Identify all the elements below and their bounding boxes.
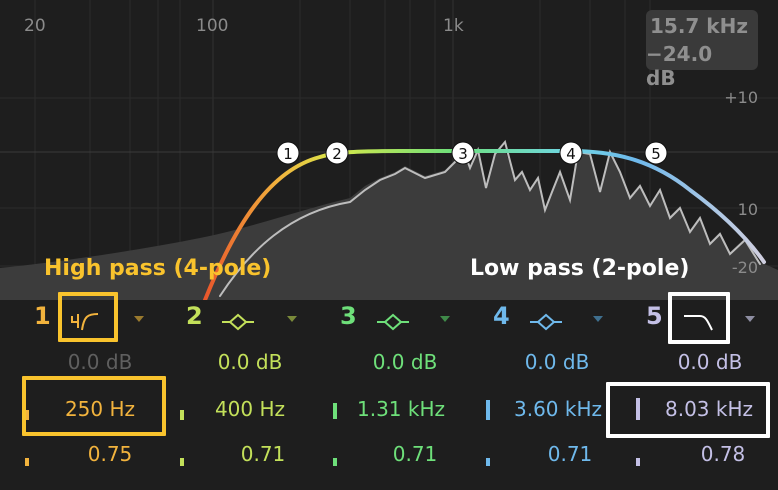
bell-icon <box>377 313 409 331</box>
band-2-frequency[interactable]: 400 Hz <box>185 397 315 421</box>
band-number-4: 4 <box>493 302 510 330</box>
svg-text:1: 1 <box>283 145 293 163</box>
readout-gain: −24.0 dB <box>646 42 713 90</box>
band-2-freq-meter <box>180 410 184 420</box>
svg-text:3: 3 <box>458 145 468 163</box>
band-1-q[interactable]: 0.75 <box>45 442 175 466</box>
db-label-minus10: 10 <box>737 200 758 219</box>
band-4-q-meter <box>486 458 490 466</box>
band-5-q-meter <box>636 458 640 466</box>
annotation-high-pass: High pass (4-pole) <box>44 256 272 281</box>
svg-text:2: 2 <box>332 145 342 163</box>
band-4-frequency[interactable]: 3.60 kHz <box>493 397 623 421</box>
highlight-band-1-filter-type <box>58 292 118 342</box>
highlight-band-5-filter-type <box>668 292 730 344</box>
band-3-dropdown-chevron-icon[interactable] <box>440 316 450 322</box>
svg-text:4: 4 <box>566 145 576 163</box>
band-1-q-meter <box>25 458 29 466</box>
band-2-filter-type-button[interactable] <box>212 304 266 338</box>
band-4-freq-meter <box>486 400 490 420</box>
band-3-q[interactable]: 0.71 <box>350 442 480 466</box>
band-2-q[interactable]: 0.71 <box>198 442 328 466</box>
band-number-5: 5 <box>646 302 663 330</box>
band-node-1[interactable]: 1 <box>276 141 300 165</box>
band-2-q-meter <box>180 458 184 466</box>
band-node-5[interactable]: 5 <box>644 141 668 165</box>
annotation-low-pass: Low pass (2-pole) <box>470 256 690 281</box>
svg-text:5: 5 <box>651 145 661 163</box>
band-2-dropdown-chevron-icon[interactable] <box>287 316 297 322</box>
band-number-1: 1 <box>34 302 51 330</box>
eq-plugin: 1 2 3 4 5 20 100 1k +10 10 -20 15.7 kHz … <box>0 0 778 490</box>
band-4-q[interactable]: 0.71 <box>505 442 635 466</box>
band-4-dropdown-chevron-icon[interactable] <box>593 316 603 322</box>
band-node-2[interactable]: 2 <box>325 141 349 165</box>
band-4-gain[interactable]: 0.0 dB <box>492 350 622 374</box>
db-label-minus20: -20 <box>731 258 758 277</box>
band-3-gain[interactable]: 0.0 dB <box>340 350 470 374</box>
highlight-band-5-frequency <box>606 382 770 438</box>
db-label-plus10: +10 <box>724 88 758 107</box>
band-1-gain[interactable]: 0.0 dB <box>35 350 165 374</box>
freq-label-20: 20 <box>24 16 46 36</box>
band-3-q-meter <box>333 458 337 466</box>
readout-frequency: 15.7 kHz <box>650 14 748 38</box>
cursor-readout: 15.7 kHz −24.0 dB <box>646 10 758 90</box>
bell-icon <box>530 313 562 331</box>
band-1-dropdown-chevron-icon[interactable] <box>134 316 144 322</box>
band-number-3: 3 <box>340 302 357 330</box>
freq-label-1k: 1k <box>443 16 464 36</box>
highlight-band-1-frequency <box>22 376 166 436</box>
band-node-4[interactable]: 4 <box>559 141 583 165</box>
band-3-frequency[interactable]: 1.31 kHz <box>336 397 466 421</box>
bell-icon <box>222 313 254 331</box>
freq-label-100: 100 <box>196 16 229 36</box>
band-2-gain[interactable]: 0.0 dB <box>185 350 315 374</box>
band-4-filter-type-button[interactable] <box>520 304 574 338</box>
band-number-2: 2 <box>186 302 203 330</box>
band-3-filter-type-button[interactable] <box>367 304 421 338</box>
band-5-gain[interactable]: 0.0 dB <box>645 350 775 374</box>
band-5-q[interactable]: 0.78 <box>658 442 778 466</box>
band-node-3[interactable]: 3 <box>451 141 475 165</box>
band-5-dropdown-chevron-icon[interactable] <box>745 316 755 322</box>
